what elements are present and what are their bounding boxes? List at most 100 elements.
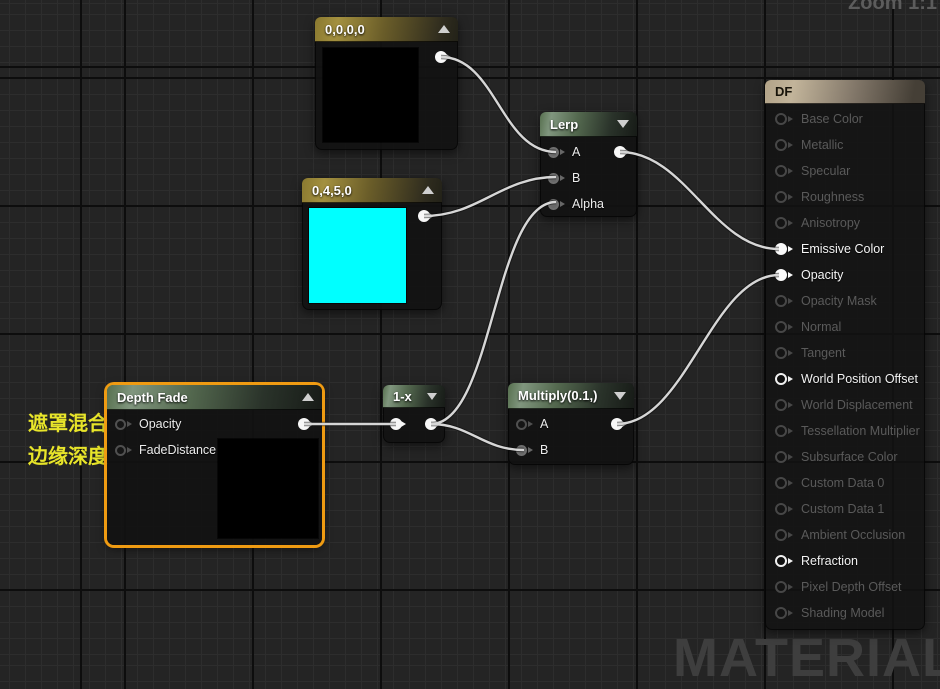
node-constant-cyan[interactable]: 0,4,5,0 xyxy=(302,178,442,310)
output-pin[interactable] xyxy=(425,418,441,430)
input-pin[interactable] xyxy=(516,418,527,430)
pin-circle[interactable] xyxy=(775,607,787,619)
material-pin-subsurface-color[interactable]: Subsurface Color xyxy=(765,444,925,470)
collapse-arrow-icon[interactable] xyxy=(617,120,629,128)
material-pin-emissive-color[interactable]: Emissive Color xyxy=(765,236,925,262)
node-constant-black[interactable]: 0,0,0,0 xyxy=(315,17,458,150)
collapse-arrow-icon[interactable] xyxy=(427,392,437,400)
material-pin-opacity[interactable]: Opacity xyxy=(765,262,925,288)
pin-label: FadeDistance xyxy=(139,443,217,457)
material-pin-world-position-offset[interactable]: World Position Offset xyxy=(765,366,925,392)
input-pin[interactable] xyxy=(390,418,406,430)
node-material-result[interactable]: DF Base Color Metallic Specular Roughnes… xyxy=(765,80,925,630)
output-pin[interactable] xyxy=(611,418,627,430)
pin-circle[interactable] xyxy=(775,451,787,463)
pin-label: Subsurface Color xyxy=(801,450,898,464)
material-pin-shading-model[interactable]: Shading Model xyxy=(765,600,925,626)
input-pin[interactable] xyxy=(548,172,559,184)
pin-circle[interactable] xyxy=(775,425,787,437)
material-pin-custom-data-1[interactable]: Custom Data 1 xyxy=(765,496,925,522)
output-pin[interactable] xyxy=(418,210,434,222)
material-pin-world-displacement[interactable]: World Displacement xyxy=(765,392,925,418)
pin-row-alpha[interactable]: Alpha xyxy=(540,191,637,217)
node-depth-fade[interactable]: Depth Fade Opacity FadeDistance xyxy=(107,385,322,545)
pin-circle[interactable] xyxy=(775,529,787,541)
pin-circle[interactable] xyxy=(775,581,787,593)
pin-circle[interactable] xyxy=(775,113,787,125)
material-pin-base-color[interactable]: Base Color xyxy=(765,106,925,132)
material-pin-anisotropy[interactable]: Anisotropy xyxy=(765,210,925,236)
pin-circle[interactable] xyxy=(775,347,787,359)
color-preview xyxy=(323,48,418,142)
output-pin[interactable] xyxy=(614,146,630,158)
input-pin[interactable] xyxy=(548,198,559,210)
output-pin[interactable] xyxy=(435,51,451,63)
input-pin[interactable] xyxy=(548,146,559,158)
annotation-line-2: 边缘深度 xyxy=(28,446,108,468)
pin-circle[interactable] xyxy=(775,477,787,489)
pin-circle[interactable] xyxy=(775,269,787,281)
collapse-arrow-icon[interactable] xyxy=(438,25,450,33)
pin-arrow-icon xyxy=(788,350,793,356)
pin-arrow-icon xyxy=(528,421,533,427)
input-pin[interactable] xyxy=(516,444,527,456)
pin-circle[interactable] xyxy=(775,321,787,333)
node-title: Lerp xyxy=(550,116,579,132)
pin-circle[interactable] xyxy=(775,243,787,255)
collapse-arrow-icon[interactable] xyxy=(614,391,626,400)
pin-arrow-icon xyxy=(788,376,793,382)
node-lerp[interactable]: Lerp A B Alpha xyxy=(540,112,637,217)
pin-arrow-icon xyxy=(788,272,793,278)
material-pin-tessellation-multiplier[interactable]: Tessellation Multiplier xyxy=(765,418,925,444)
material-pin-metallic[interactable]: Metallic xyxy=(765,132,925,158)
node-header[interactable]: 0,0,0,0 xyxy=(315,17,458,42)
pin-circle[interactable] xyxy=(775,139,787,151)
pin-label: Anisotropy xyxy=(801,216,861,230)
wire-lerp-to-emissive xyxy=(619,150,780,251)
material-pin-specular[interactable]: Specular xyxy=(765,158,925,184)
pin-arrow-icon xyxy=(788,142,793,148)
pin-label: A xyxy=(572,145,581,159)
pin-circle[interactable] xyxy=(775,217,787,229)
pin-circle[interactable] xyxy=(775,165,787,177)
input-pin[interactable] xyxy=(115,444,126,456)
pin-label: B xyxy=(540,443,549,457)
pin-label: World Displacement xyxy=(801,398,913,412)
collapse-arrow-icon[interactable] xyxy=(302,393,314,401)
node-header[interactable]: 0,4,5,0 xyxy=(302,178,442,203)
pin-label: Alpha xyxy=(572,197,604,211)
pin-row-b[interactable]: B xyxy=(540,165,637,191)
node-header[interactable]: Multiply(0.1,) xyxy=(508,383,634,409)
node-header[interactable]: 1-x xyxy=(383,385,445,408)
node-one-minus-x[interactable]: 1-x xyxy=(383,385,445,443)
material-pin-opacity-mask[interactable]: Opacity Mask xyxy=(765,288,925,314)
material-pin-roughness[interactable]: Roughness xyxy=(765,184,925,210)
output-pin[interactable] xyxy=(298,418,314,430)
node-title: 0,4,5,0 xyxy=(312,182,352,198)
collapse-arrow-icon[interactable] xyxy=(422,186,434,194)
node-multiply[interactable]: Multiply(0.1,) A B xyxy=(508,383,634,465)
node-header[interactable]: Depth Fade xyxy=(107,385,322,410)
pin-row-opacity[interactable]: Opacity xyxy=(107,411,322,437)
material-pin-normal[interactable]: Normal xyxy=(765,314,925,340)
pin-circle[interactable] xyxy=(775,555,787,567)
pin-label: Metallic xyxy=(801,138,844,152)
material-pin-tangent[interactable]: Tangent xyxy=(765,340,925,366)
node-header[interactable]: DF xyxy=(765,80,925,104)
material-graph-canvas[interactable]: { "canvas": { "zoom_label": "Zoom 1:1", … xyxy=(0,0,940,688)
material-pin-pixel-depth-offset[interactable]: Pixel Depth Offset xyxy=(765,574,925,600)
pin-circle[interactable] xyxy=(775,503,787,515)
material-pin-custom-data-0[interactable]: Custom Data 0 xyxy=(765,470,925,496)
pin-circle[interactable] xyxy=(775,399,787,411)
pin-arrow-icon xyxy=(788,558,793,564)
pin-row-b[interactable]: B xyxy=(508,437,634,463)
input-pin[interactable] xyxy=(115,418,126,430)
pin-label: A xyxy=(540,417,549,431)
node-title: DF xyxy=(775,84,793,99)
node-header[interactable]: Lerp xyxy=(540,112,637,137)
material-pin-ambient-occlusion[interactable]: Ambient Occlusion xyxy=(765,522,925,548)
pin-circle[interactable] xyxy=(775,191,787,203)
pin-circle[interactable] xyxy=(775,295,787,307)
pin-circle[interactable] xyxy=(775,373,787,385)
material-pin-refraction[interactable]: Refraction xyxy=(765,548,925,574)
